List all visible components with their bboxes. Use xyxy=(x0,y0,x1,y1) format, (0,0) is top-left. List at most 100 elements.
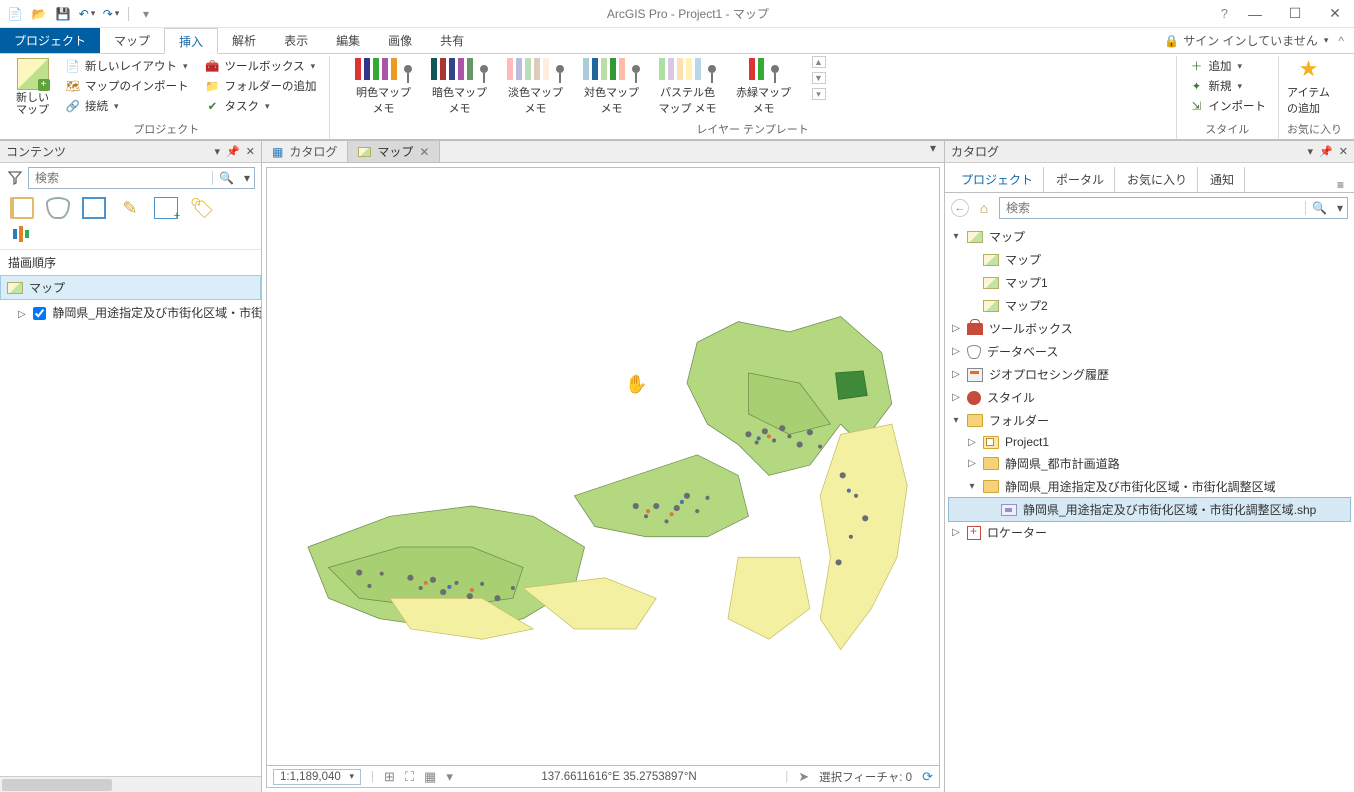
tree-map-item[interactable]: マップ1 xyxy=(949,271,1350,294)
tab-edit[interactable]: 編集 xyxy=(322,28,374,53)
memo-light-button[interactable]: 明色マップ メモ xyxy=(348,56,420,116)
add-folder-button[interactable]: 📁フォルダーの追加 xyxy=(201,76,321,96)
new-map-button[interactable]: 新しい マップ xyxy=(12,56,53,118)
tree-node-locator[interactable]: ▷ロケーター xyxy=(949,521,1350,544)
search-icon[interactable]: 🔍 xyxy=(1305,201,1333,215)
list-by-selection-icon[interactable] xyxy=(82,197,106,219)
tab-project[interactable]: プロジェクト xyxy=(0,28,100,53)
memo-scroll-up[interactable]: ▲ xyxy=(812,56,826,68)
nav-home-icon[interactable]: ⌂ xyxy=(975,199,993,217)
connect-button[interactable]: 🔗接続▾ xyxy=(61,96,193,116)
style-import-button[interactable]: ⇲インポート xyxy=(1185,96,1271,116)
list-by-edit-icon[interactable]: ✎ xyxy=(118,197,142,219)
map-canvas[interactable]: ✋ xyxy=(266,167,940,766)
grid-icon[interactable]: ▦ xyxy=(424,769,436,785)
panel-pin-icon[interactable]: 📌 xyxy=(226,145,240,158)
tree-map-item[interactable]: マップ2 xyxy=(949,294,1350,317)
add-item-button[interactable]: ★ アイテム の追加 xyxy=(1287,56,1330,116)
catalog-tab-fav[interactable]: お気に入り xyxy=(1117,167,1198,192)
filter-icon[interactable] xyxy=(6,169,24,187)
qat-new-icon[interactable]: 📄 xyxy=(6,6,24,22)
style-new-button[interactable]: ✦新規▾ xyxy=(1185,76,1271,96)
panel-close-icon[interactable]: ✕ xyxy=(246,145,255,158)
layer-visibility-checkbox[interactable] xyxy=(33,307,46,320)
catalog-tab-notify[interactable]: 通知 xyxy=(1200,167,1245,192)
close-button[interactable]: ✕ xyxy=(1322,5,1348,22)
status-dropdown-icon[interactable]: ▾ xyxy=(446,769,453,785)
memo-dark-button[interactable]: 暗色マップ メモ xyxy=(424,56,496,116)
qat-save-icon[interactable]: 💾 xyxy=(54,6,72,22)
catalog-search-input[interactable] xyxy=(1000,201,1305,215)
tree-folder-item[interactable]: ▾静岡県_用途指定及び市街化区域・市街化調整区域 xyxy=(949,475,1350,498)
tab-insert[interactable]: 挿入 xyxy=(164,28,218,54)
panel-dropdown-icon[interactable]: ▾ xyxy=(1308,145,1314,158)
help-icon[interactable]: ? xyxy=(1221,6,1228,21)
doc-tab-map[interactable]: マップ ✕ xyxy=(348,141,440,162)
style-add-button[interactable]: ＋追加▾ xyxy=(1185,56,1271,76)
list-by-label-icon[interactable]: 🏷 xyxy=(190,197,214,219)
nav-back-icon[interactable]: ← xyxy=(951,199,969,217)
tree-folder-item[interactable]: ▷静岡県_都市計画道路 xyxy=(949,452,1350,475)
tab-share[interactable]: 共有 xyxy=(426,28,478,53)
catalog-tab-portal[interactable]: ポータル xyxy=(1046,167,1115,192)
contents-map-node[interactable]: マップ xyxy=(0,275,261,300)
new-layout-button[interactable]: 📄新しいレイアウト▾ xyxy=(61,56,193,76)
qat-redo-icon[interactable]: ↷▾ xyxy=(102,6,120,22)
qat-customize-icon[interactable]: ▾ xyxy=(137,6,155,22)
doc-tab-catalog[interactable]: ▦ カタログ xyxy=(262,141,348,162)
tree-node-toolbox[interactable]: ▷ツールボックス xyxy=(949,317,1350,340)
tree-shp-item[interactable]: 静岡県_用途指定及び市街化区域・市街化調整区域.shp xyxy=(949,498,1350,521)
memo-rg-button[interactable]: 赤緑マップ メモ xyxy=(728,56,800,116)
memo-pale-button[interactable]: 淡色マップ メモ xyxy=(500,56,572,116)
toolbox-button[interactable]: 🧰ツールボックス▾ xyxy=(201,56,321,76)
tab-analysis[interactable]: 解析 xyxy=(218,28,270,53)
expand-icon[interactable]: ▷ xyxy=(18,309,26,320)
list-by-source-icon[interactable] xyxy=(46,197,70,219)
list-by-drawing-icon[interactable] xyxy=(10,197,34,219)
scale-selector[interactable]: 1:1,189,040▾ xyxy=(273,769,361,785)
list-by-snap-icon[interactable] xyxy=(154,197,178,219)
tab-map[interactable]: マップ xyxy=(100,28,164,53)
panel-close-icon[interactable]: ✕ xyxy=(1339,145,1348,158)
tab-image[interactable]: 画像 xyxy=(374,28,426,53)
tree-node-gp[interactable]: ▷ジオプロセシング履歴 xyxy=(949,363,1350,386)
new-map-icon xyxy=(17,58,49,90)
close-tab-icon[interactable]: ✕ xyxy=(419,145,429,159)
qat-open-icon[interactable]: 📂 xyxy=(30,6,48,22)
ribbon-group-project: プロジェクト xyxy=(12,121,321,139)
maximize-button[interactable]: ☐ xyxy=(1282,5,1308,22)
memo-paired-button[interactable]: 対色マップ メモ xyxy=(576,56,648,116)
memo-expand[interactable]: ▾ xyxy=(812,88,826,100)
tree-node-style[interactable]: ▷スタイル xyxy=(949,386,1350,409)
search-dropdown-icon[interactable]: ▾ xyxy=(1333,201,1347,215)
catalog-menu-icon[interactable]: ≡ xyxy=(1333,178,1348,192)
catalog-tab-project[interactable]: プロジェクト xyxy=(951,167,1044,192)
snap-icon[interactable]: ⛶ xyxy=(405,769,414,785)
memo-pastel-button[interactable]: パステル色 マップ メモ xyxy=(652,56,724,116)
add-bookmark-icon[interactable]: ⊞ xyxy=(384,769,395,785)
search-dropdown-icon[interactable]: ▾ xyxy=(240,171,254,185)
doc-tabs-dropdown-icon[interactable]: ▾ xyxy=(922,141,944,162)
tree-map-item[interactable]: マップ xyxy=(949,248,1350,271)
tree-node-db[interactable]: ▷データベース xyxy=(949,340,1350,363)
refresh-icon[interactable]: ⟳ xyxy=(922,769,933,785)
panel-dropdown-icon[interactable]: ▾ xyxy=(215,145,221,158)
signin-status[interactable]: 🔒 サイン インしていません ▾ ^ xyxy=(1154,28,1354,53)
tree-folder-item[interactable]: ▷Project1 xyxy=(949,432,1350,452)
contents-layer-item[interactable]: ▷ 静岡県_用途指定及び市街化区域・市街化 xyxy=(0,300,261,327)
chart-icon[interactable] xyxy=(10,223,34,245)
folder-icon xyxy=(983,480,999,493)
qat-undo-icon[interactable]: ↶▾ xyxy=(78,6,96,22)
tree-node-folder[interactable]: ▾フォルダー xyxy=(949,409,1350,432)
contents-search-input[interactable] xyxy=(29,171,212,185)
memo-scroll-down[interactable]: ▼ xyxy=(812,72,826,84)
search-icon[interactable]: 🔍 xyxy=(212,171,240,185)
contents-hscroll[interactable] xyxy=(0,776,261,792)
pin-icon xyxy=(404,65,412,73)
panel-pin-icon[interactable]: 📌 xyxy=(1319,145,1333,158)
tab-view[interactable]: 表示 xyxy=(270,28,322,53)
import-map-button[interactable]: 🗺マップのインポート xyxy=(61,76,193,96)
tree-node-maps[interactable]: ▾マップ xyxy=(949,225,1350,248)
task-button[interactable]: ✔タスク▾ xyxy=(201,96,321,116)
minimize-button[interactable]: — xyxy=(1242,6,1268,22)
